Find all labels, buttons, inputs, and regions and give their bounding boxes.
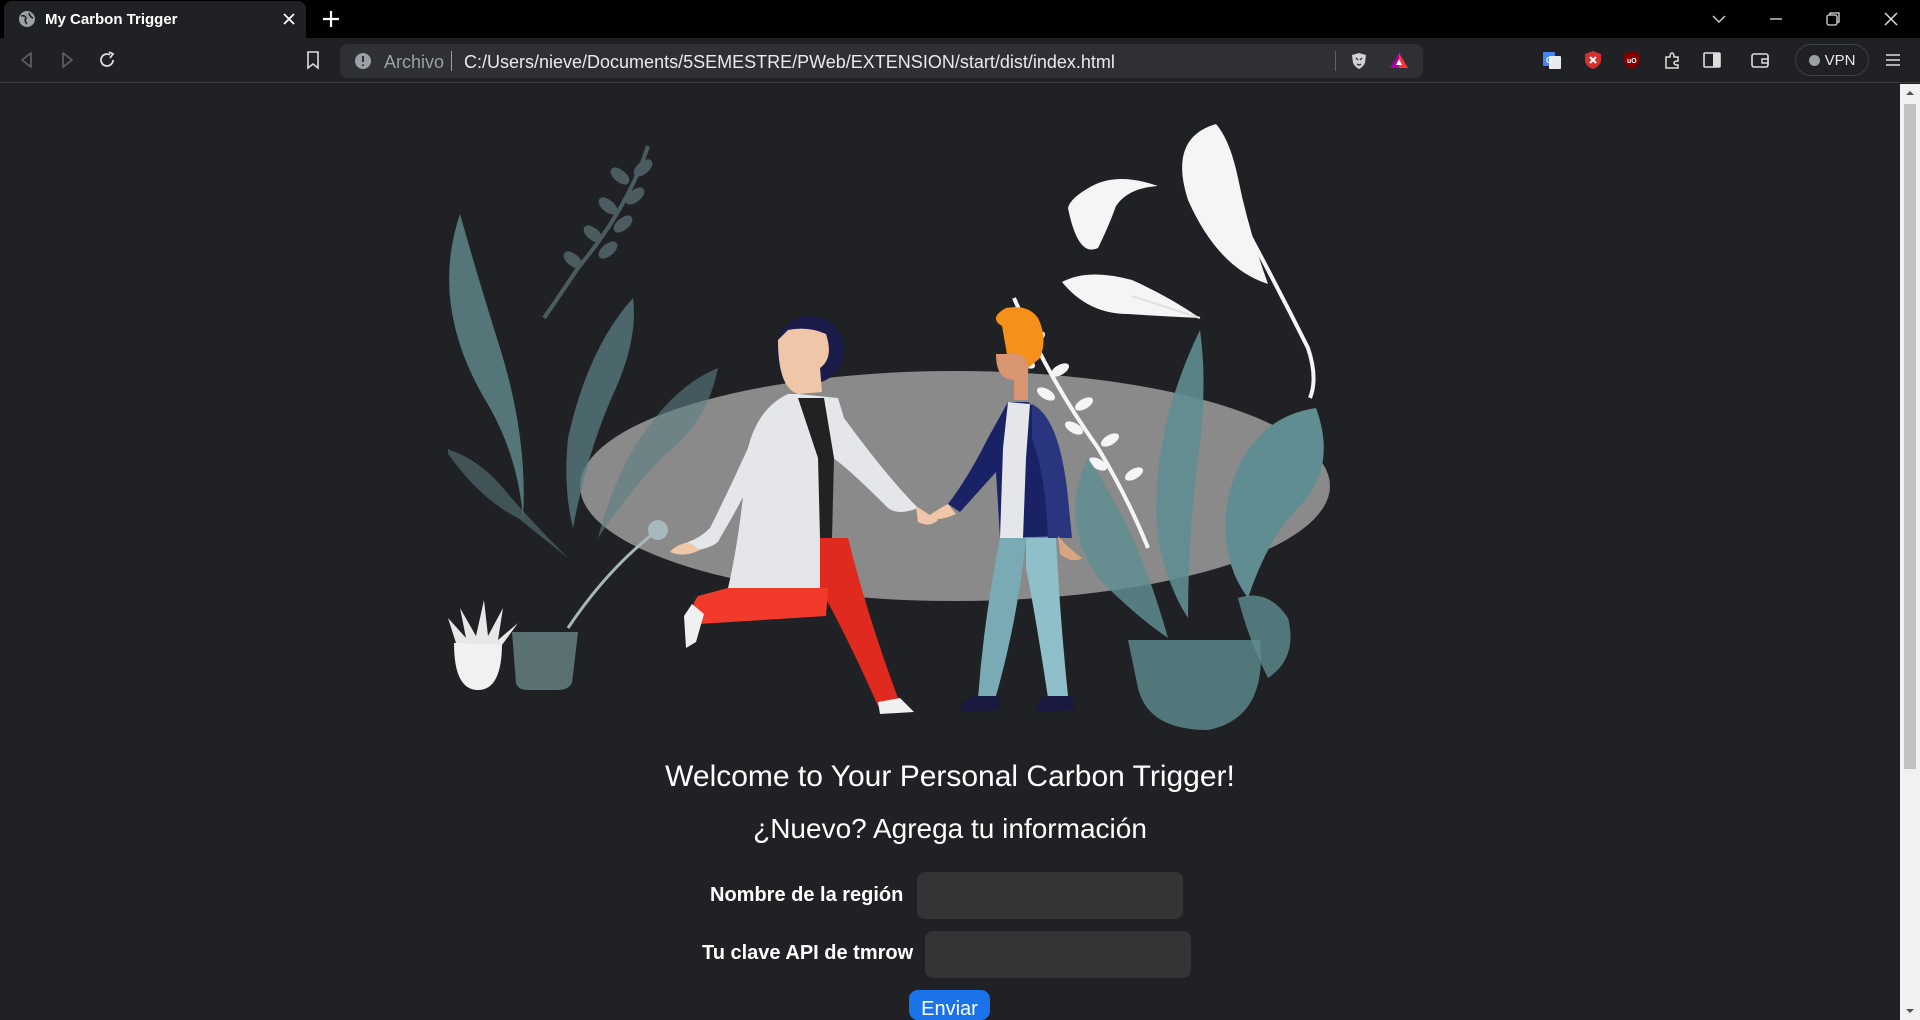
divider	[451, 51, 452, 71]
scrollbar-thumb[interactable]	[1904, 104, 1916, 769]
close-icon[interactable]	[280, 10, 298, 28]
reload-icon[interactable]	[96, 49, 118, 71]
right-white-leaves	[1062, 124, 1316, 399]
globe-icon	[19, 11, 35, 27]
ublock-icon[interactable]: uO	[1621, 49, 1643, 71]
divider	[1335, 51, 1336, 71]
menu-icon[interactable]	[1882, 49, 1904, 71]
address-bar[interactable]: Archivo C:/Users/nieve/Documents/5SEMEST…	[340, 44, 1423, 78]
api-key-label: Tu clave API de tmrow	[702, 942, 914, 964]
hero-illustration	[448, 124, 1330, 730]
brave-rewards-icon[interactable]	[1388, 50, 1410, 72]
translate-icon[interactable]: G	[1541, 49, 1563, 71]
svg-text:uO: uO	[1627, 58, 1637, 65]
restore-icon[interactable]	[1822, 8, 1844, 30]
url-text[interactable]: C:/Users/nieve/Documents/5SEMESTRE/PWeb/…	[464, 52, 1115, 73]
chevron-down-icon[interactable]	[1708, 8, 1730, 30]
left-plant	[448, 214, 718, 629]
vpn-status-icon	[1808, 54, 1820, 66]
back-icon[interactable]	[16, 49, 38, 71]
api-key-input[interactable]	[925, 931, 1191, 978]
tab-title: My Carbon Trigger	[45, 11, 178, 28]
scheme-label: Archivo	[384, 52, 445, 72]
page-subtitle: ¿Nuevo? Agrega tu información	[753, 813, 1147, 844]
brave-shield-icon[interactable]	[1348, 50, 1370, 72]
region-label: Nombre de la región	[710, 884, 904, 906]
puzzle-icon[interactable]	[1661, 49, 1683, 71]
svg-text:G: G	[1546, 56, 1552, 65]
plus-icon[interactable]	[320, 8, 342, 30]
tab-my-carbon-trigger[interactable]: My Carbon Trigger	[4, 1, 306, 38]
blocker-icon[interactable]	[1582, 49, 1604, 71]
vpn-button[interactable]: VPN	[1795, 44, 1869, 76]
page-title: Welcome to Your Personal Carbon Trigger!	[665, 760, 1235, 793]
left-pots	[448, 600, 578, 690]
submit-button[interactable]: Enviar	[909, 990, 990, 1020]
window-close-icon[interactable]	[1880, 8, 1902, 30]
wallet-icon[interactable]	[1749, 49, 1771, 71]
browser-toolbar: Archivo C:/Users/nieve/Documents/5SEMEST…	[0, 38, 1920, 83]
bookmark-icon[interactable]	[302, 49, 324, 71]
tab-strip: My Carbon Trigger	[0, 0, 1920, 38]
forward-icon[interactable]	[56, 49, 78, 71]
sidebar-icon[interactable]	[1701, 49, 1723, 71]
vertical-scrollbar[interactable]	[1900, 84, 1920, 1020]
scroll-down-icon[interactable]	[1905, 1006, 1915, 1016]
scroll-up-icon[interactable]	[1905, 88, 1915, 98]
page-content: Welcome to Your Personal Carbon Trigger!…	[0, 84, 1900, 1020]
minimize-icon[interactable]	[1765, 8, 1787, 30]
left-sprig	[542, 145, 653, 320]
region-input[interactable]	[917, 872, 1183, 919]
vpn-label: VPN	[1824, 51, 1856, 69]
info-icon[interactable]	[354, 52, 372, 70]
